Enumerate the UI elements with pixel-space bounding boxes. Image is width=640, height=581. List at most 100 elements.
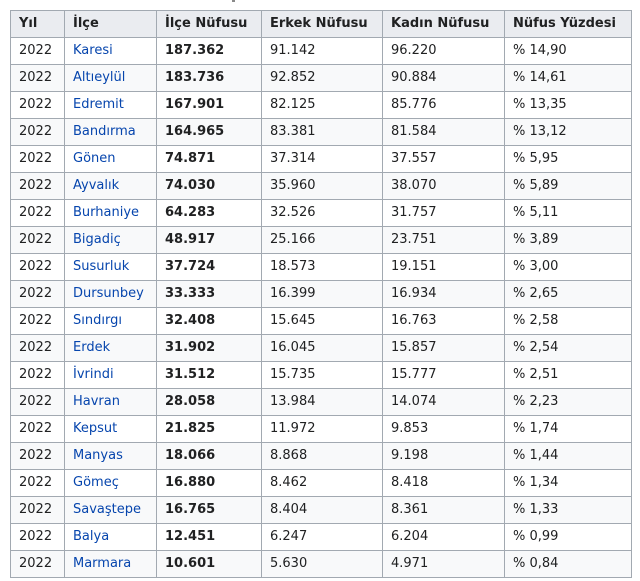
cell-population-share: % 1,34 bbox=[504, 469, 632, 497]
header-year[interactable]: Yıl bbox=[10, 10, 65, 38]
cell-district: Altıeylül bbox=[64, 64, 157, 92]
cell-district: Bigadiç bbox=[64, 226, 157, 254]
cell-year: 2022 bbox=[10, 253, 65, 281]
table-row: 2022 Karesi 187.362 91.142 96.220% 14,90 bbox=[10, 37, 632, 65]
cell-population-share: % 5,89 bbox=[504, 172, 632, 200]
cell-year: 2022 bbox=[10, 118, 65, 146]
cell-year: 2022 bbox=[10, 361, 65, 389]
table-row: 2022 Erdek 31.902 16.045 15.857% 2,54 bbox=[10, 334, 632, 362]
cell-year: 2022 bbox=[10, 145, 65, 173]
cell-population-share: % 2,51 bbox=[504, 361, 632, 389]
district-link[interactable]: Gömeç bbox=[73, 475, 119, 490]
district-link[interactable]: İvrindi bbox=[73, 367, 114, 382]
district-link[interactable]: Dursunbey bbox=[73, 286, 144, 301]
cell-female-population: 8.361 bbox=[382, 496, 505, 524]
cell-district-population: 187.362 bbox=[156, 37, 262, 65]
cell-district: Erdek bbox=[64, 334, 157, 362]
cell-year: 2022 bbox=[10, 442, 65, 470]
header-district[interactable]: İlçe bbox=[64, 10, 157, 38]
district-link[interactable]: Balya bbox=[73, 529, 109, 544]
cell-population-share: % 2,58 bbox=[504, 307, 632, 335]
cell-female-population: 4.971 bbox=[382, 550, 505, 578]
cell-district: Burhaniye bbox=[64, 199, 157, 227]
table-row: 2022 Havran 28.058 13.984 14.074% 2,23 bbox=[10, 388, 632, 416]
table-row: 2022 Bandırma 164.965 83.381 81.584% 13,12 bbox=[10, 118, 632, 146]
cell-year: 2022 bbox=[10, 550, 65, 578]
cell-female-population: 9.198 bbox=[382, 442, 505, 470]
district-link[interactable]: Edremit bbox=[73, 97, 124, 112]
cell-female-population: 31.757 bbox=[382, 199, 505, 227]
cell-year: 2022 bbox=[10, 280, 65, 308]
cell-district-population: 10.601 bbox=[156, 550, 262, 578]
header-male-population[interactable]: Erkek Nüfusu bbox=[261, 10, 383, 38]
district-link[interactable]: Gönen bbox=[73, 151, 116, 166]
district-link[interactable]: Bigadiç bbox=[73, 232, 121, 247]
cell-female-population: 16.934 bbox=[382, 280, 505, 308]
table-row: 2022 Bigadiç 48.917 25.166 23.751% 3,89 bbox=[10, 226, 632, 254]
cell-female-population: 14.074 bbox=[382, 388, 505, 416]
district-link[interactable]: Savaştepe bbox=[73, 502, 141, 517]
cell-district: Bandırma bbox=[64, 118, 157, 146]
cell-district-population: 32.408 bbox=[156, 307, 262, 335]
cell-female-population: 9.853 bbox=[382, 415, 505, 443]
cell-population-share: % 5,95 bbox=[504, 145, 632, 173]
cell-female-population: 6.204 bbox=[382, 523, 505, 551]
cell-district: Ayvalık bbox=[64, 172, 157, 200]
cell-district: Dursunbey bbox=[64, 280, 157, 308]
cell-male-population: 92.852 bbox=[261, 64, 383, 92]
cell-year: 2022 bbox=[10, 91, 65, 119]
table-row: 2022 İvrindi 31.512 15.735 15.777% 2,51 bbox=[10, 361, 632, 389]
district-link[interactable]: Altıeylül bbox=[73, 70, 125, 85]
cell-population-share: % 14,90 bbox=[504, 37, 632, 65]
cell-male-population: 82.125 bbox=[261, 91, 383, 119]
cell-district-population: 21.825 bbox=[156, 415, 262, 443]
cell-male-population: 5.630 bbox=[261, 550, 383, 578]
cell-female-population: 16.763 bbox=[382, 307, 505, 335]
cell-female-population: 23.751 bbox=[382, 226, 505, 254]
district-link[interactable]: Ayvalık bbox=[73, 178, 119, 193]
table-row: 2022 Gömeç 16.880 8.462 8.418% 1,34 bbox=[10, 469, 632, 497]
cell-female-population: 37.557 bbox=[382, 145, 505, 173]
cell-male-population: 18.573 bbox=[261, 253, 383, 281]
district-link[interactable]: Kepsut bbox=[73, 421, 117, 436]
cell-district: Gönen bbox=[64, 145, 157, 173]
cell-district-population: 31.902 bbox=[156, 334, 262, 362]
cell-district: Manyas bbox=[64, 442, 157, 470]
header-district-population[interactable]: İlçe Nüfusu bbox=[156, 10, 262, 38]
table-row: 2022 Ayvalık 74.030 35.960 38.070% 5,89 bbox=[10, 172, 632, 200]
cell-population-share: % 1,44 bbox=[504, 442, 632, 470]
cell-district-population: 167.901 bbox=[156, 91, 262, 119]
cell-population-share: % 13,35 bbox=[504, 91, 632, 119]
district-link[interactable]: Karesi bbox=[73, 43, 113, 58]
header-population-share[interactable]: Nüfus Yüzdesi bbox=[504, 10, 632, 38]
cell-district-population: 18.066 bbox=[156, 442, 262, 470]
cell-year: 2022 bbox=[10, 307, 65, 335]
table-row: 2022 Balya 12.451 6.247 6.204% 0,99 bbox=[10, 523, 632, 551]
clipped-text-fragment bbox=[232, 0, 235, 2]
cell-male-population: 37.314 bbox=[261, 145, 383, 173]
cell-female-population: 8.418 bbox=[382, 469, 505, 497]
cell-district-population: 16.880 bbox=[156, 469, 262, 497]
district-link[interactable]: Susurluk bbox=[73, 259, 129, 274]
cell-district: Savaştepe bbox=[64, 496, 157, 524]
cell-district: Balya bbox=[64, 523, 157, 551]
district-link[interactable]: Havran bbox=[73, 394, 120, 409]
cell-male-population: 13.984 bbox=[261, 388, 383, 416]
cell-district-population: 164.965 bbox=[156, 118, 262, 146]
header-female-population[interactable]: Kadın Nüfusu bbox=[382, 10, 505, 38]
district-link[interactable]: Marmara bbox=[73, 556, 131, 571]
cell-year: 2022 bbox=[10, 199, 65, 227]
cell-population-share: % 3,00 bbox=[504, 253, 632, 281]
district-link[interactable]: Burhaniye bbox=[73, 205, 139, 220]
table-row: 2022 Burhaniye 64.283 32.526 31.757% 5,11 bbox=[10, 199, 632, 227]
district-link[interactable]: Erdek bbox=[73, 340, 110, 355]
district-link[interactable]: Sındırgı bbox=[73, 313, 122, 328]
cell-population-share: % 2,23 bbox=[504, 388, 632, 416]
district-link[interactable]: Manyas bbox=[73, 448, 123, 463]
district-link[interactable]: Bandırma bbox=[73, 124, 136, 139]
cell-female-population: 38.070 bbox=[382, 172, 505, 200]
cell-year: 2022 bbox=[10, 496, 65, 524]
cell-district-population: 37.724 bbox=[156, 253, 262, 281]
table-row: 2022 Marmara 10.601 5.630 4.971% 0,84 bbox=[10, 550, 632, 578]
cell-district-population: 28.058 bbox=[156, 388, 262, 416]
